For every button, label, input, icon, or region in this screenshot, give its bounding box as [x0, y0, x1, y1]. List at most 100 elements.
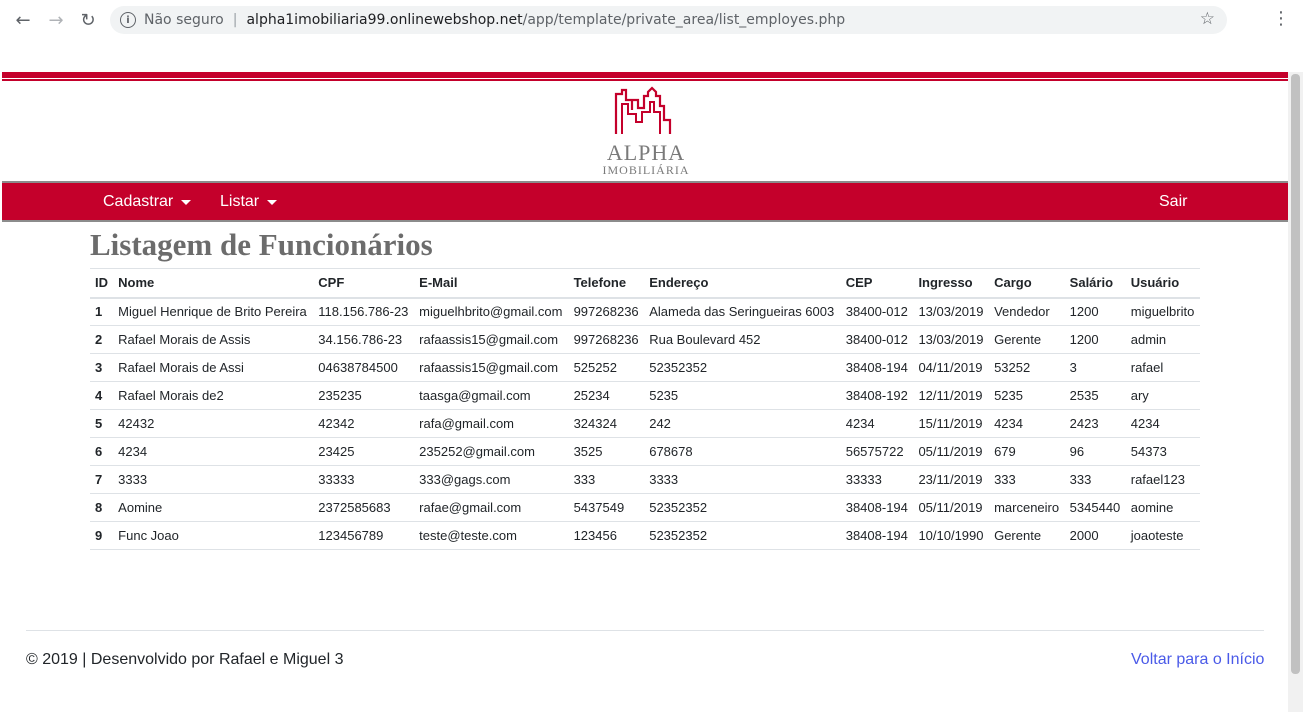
- scrollbar-thumb[interactable]: [1291, 74, 1300, 674]
- table-cell: 333: [1064, 465, 1126, 494]
- table-cell: 38408-194: [840, 493, 914, 522]
- table-cell: 1200: [1064, 297, 1126, 326]
- brand-logo[interactable]: ALPHA IMOBILIÁRIA: [598, 86, 694, 178]
- col-nome-header: Nome: [113, 268, 314, 299]
- table-cell: 324324: [568, 409, 645, 438]
- table-cell: Vendedor: [989, 297, 1065, 326]
- table-cell: 33333: [313, 465, 415, 494]
- col-cep-header: CEP: [840, 268, 914, 299]
- table-cell: 5437549: [568, 493, 645, 522]
- nav-listar-label: Listar: [220, 193, 260, 210]
- table-cell: 54373: [1125, 437, 1200, 466]
- table-cell: 38400-012: [840, 325, 914, 354]
- table-cell: 42432: [113, 409, 314, 438]
- table-cell: 5235: [644, 381, 841, 410]
- table-row: 6 4234 23425 235252@gmail.com 3525 678678 5657…: [90, 437, 1200, 466]
- table-cell: ary: [1125, 381, 1200, 410]
- address-bar[interactable]: i Não seguro | alpha1imobiliaria99.onlin…: [110, 6, 1227, 34]
- table-cell: 3333: [644, 465, 841, 494]
- table-row: 4 Rafael Morais de2 235235 taasga@gmail.com…: [90, 381, 1200, 410]
- table-cell: 3525: [568, 437, 645, 466]
- table-cell: 25234: [568, 381, 645, 410]
- table-cell: 5235: [989, 381, 1065, 410]
- table-cell: 678678: [644, 437, 841, 466]
- table-cell: Func Joao: [113, 521, 314, 550]
- table-cell: rafae@gmail.com: [414, 493, 569, 522]
- table-row: 2 Rafael Morais de Assis 34.156.786-23 rafa…: [90, 325, 1200, 354]
- nav-listar-dropdown[interactable]: Listar: [220, 193, 278, 211]
- table-cell: 38400-012: [840, 297, 914, 326]
- table-cell: 2372585683: [313, 493, 415, 522]
- table-cell: 525252: [568, 353, 645, 382]
- table-cell: 38408-194: [840, 353, 914, 382]
- main-navbar: Cadastrar Listar Sair: [2, 181, 1288, 222]
- table-row: 7 3333 33333 333@gags.com 333 3333 33333 23/11/…: [90, 465, 1200, 494]
- forward-icon[interactable]: →: [45, 9, 67, 31]
- browser-menu-icon[interactable]: ⋮: [1272, 8, 1290, 29]
- top-accent-line: [2, 79, 1288, 81]
- table-cell: joaoteste: [1125, 521, 1200, 550]
- employees-table: ID Nome CPF E-Mail Telefone Endereço CEP…: [90, 268, 1200, 550]
- table-cell: 34.156.786-23: [313, 325, 415, 354]
- table-cell: 3: [1064, 353, 1126, 382]
- table-cell: admin: [1125, 325, 1200, 354]
- col-cargo-header: Cargo: [989, 268, 1065, 299]
- table-cell: Rafael Morais de Assis: [113, 325, 314, 354]
- table-cell: 123456789: [313, 521, 415, 550]
- table-cell: 5: [90, 409, 114, 438]
- logout-link[interactable]: Sair: [1159, 193, 1187, 211]
- table-cell: 3333: [113, 465, 314, 494]
- col-email-header: E-Mail: [414, 268, 569, 299]
- table-cell: miguelbrito: [1125, 297, 1200, 326]
- back-icon[interactable]: ←: [12, 9, 34, 31]
- table-cell: 2000: [1064, 521, 1126, 550]
- nav-cadastrar-dropdown[interactable]: Cadastrar: [103, 193, 192, 211]
- footer-credits: © 2019 | Desenvolvido por Rafael e Migue…: [26, 651, 344, 668]
- table-row: 1 Miguel Henrique de Brito Pereira 118.156…: [90, 297, 1200, 326]
- table-cell: rafael123: [1125, 465, 1200, 494]
- table-cell: teste@teste.com: [414, 521, 569, 550]
- back-to-home-link[interactable]: Voltar para o Início: [1131, 651, 1264, 669]
- insecure-label: Não seguro: [144, 12, 224, 28]
- table-cell: 1: [90, 297, 114, 326]
- table-cell: 4234: [989, 409, 1065, 438]
- table-cell: 997268236: [568, 325, 645, 354]
- nav-cadastrar-label: Cadastrar: [103, 193, 174, 210]
- table-row: 5 42432 42342 rafa@gmail.com 324324 242 4234 15…: [90, 409, 1200, 438]
- table-cell: 679: [989, 437, 1065, 466]
- table-cell: 2535: [1064, 381, 1126, 410]
- caret-down-icon: [181, 199, 192, 205]
- table-cell: 1200: [1064, 325, 1126, 354]
- table-cell: 05/11/2019: [913, 493, 990, 522]
- url-host: alpha1imobiliaria99.onlinewebshop.net: [246, 12, 523, 28]
- col-ingresso-header: Ingresso: [913, 268, 990, 299]
- table-cell: 118.156.786-23: [313, 297, 415, 326]
- table-cell: Alameda das Seringueiras 6003: [644, 297, 841, 326]
- table-cell: 23/11/2019: [913, 465, 990, 494]
- table-cell: 6: [90, 437, 114, 466]
- browser-toolbar: ← → ↻ i Não seguro | alpha1imobiliaria99…: [0, 0, 1303, 72]
- table-cell: 42342: [313, 409, 415, 438]
- table-cell: 4: [90, 381, 114, 410]
- col-id-header: ID: [90, 268, 114, 299]
- table-cell: 2423: [1064, 409, 1126, 438]
- table-cell: 333: [568, 465, 645, 494]
- table-cell: 10/10/1990: [913, 521, 990, 550]
- table-cell: 04638784500: [313, 353, 415, 382]
- page-scrollbar[interactable]: [1288, 72, 1303, 712]
- table-cell: 04/11/2019: [913, 353, 990, 382]
- table-cell: 9: [90, 521, 114, 550]
- table-cell: 96: [1064, 437, 1126, 466]
- table-cell: 38408-194: [840, 521, 914, 550]
- table-cell: miguelhbrito@gmail.com: [414, 297, 569, 326]
- reload-icon[interactable]: ↻: [77, 9, 99, 31]
- table-cell: 235235: [313, 381, 415, 410]
- info-icon[interactable]: i: [120, 12, 136, 28]
- table-cell: Gerente: [989, 521, 1065, 550]
- col-endereco-header: Endereço: [644, 268, 841, 299]
- col-salario-header: Salário: [1064, 268, 1126, 299]
- table-cell: 4234: [113, 437, 314, 466]
- table-cell: 333: [989, 465, 1065, 494]
- bookmark-star-icon[interactable]: ☆: [1200, 9, 1215, 29]
- table-cell: 52352352: [644, 353, 841, 382]
